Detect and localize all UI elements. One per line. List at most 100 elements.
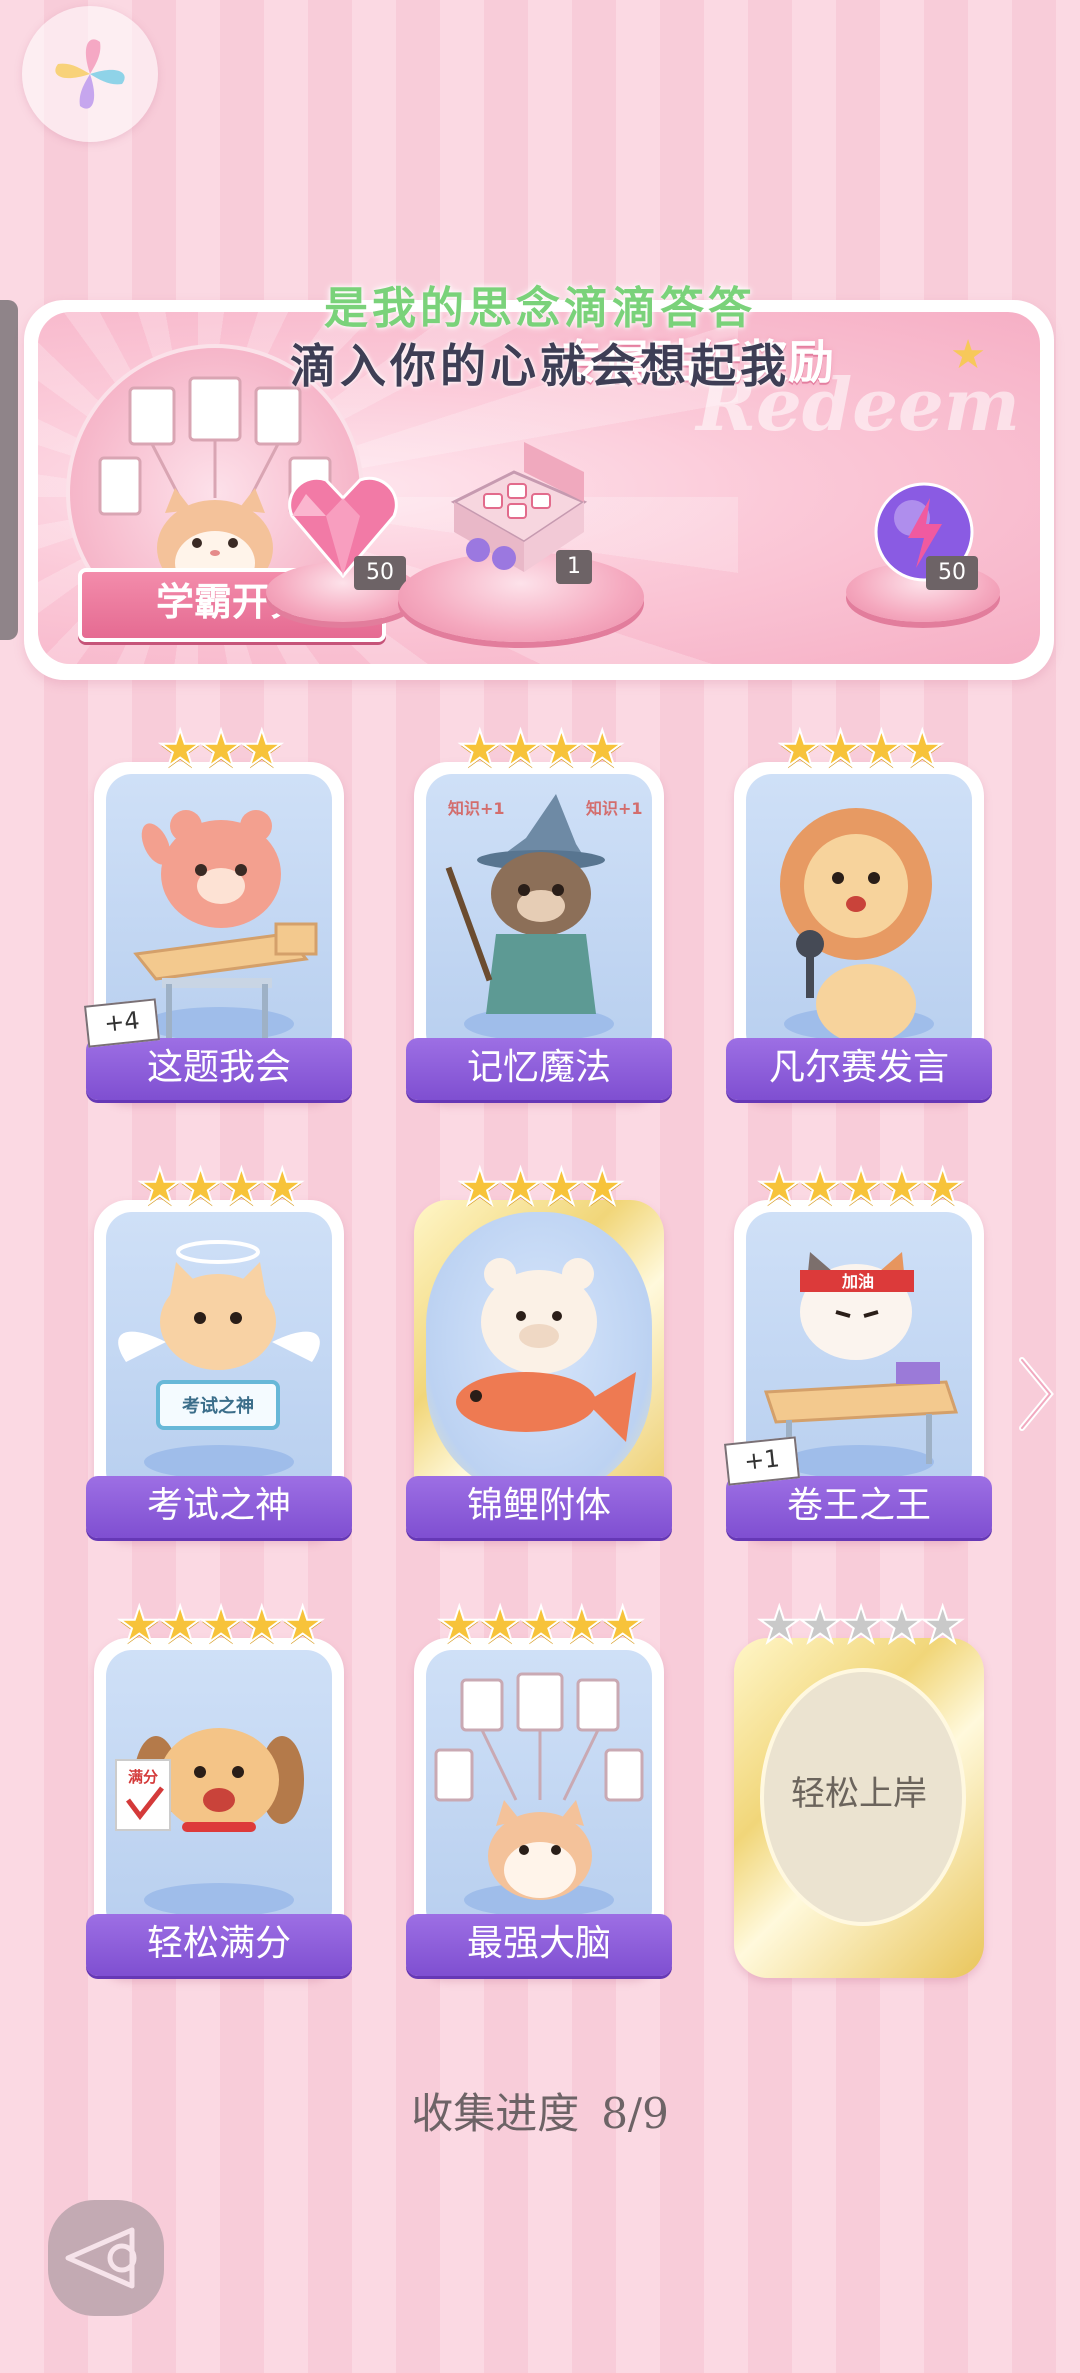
star-icon: ★	[518, 1596, 565, 1654]
star-icon: ★	[756, 1158, 803, 1216]
sticker-card[interactable]: 考试之神 考试之神 ★★★★	[86, 1161, 352, 1548]
star-icon: ★	[116, 1596, 163, 1654]
song-lyric-line2: 滴入你的心就会想起我	[290, 339, 790, 393]
reward-item-giftbox[interactable]: 1	[434, 432, 604, 586]
card-label: 锦鲤附体	[406, 1476, 672, 1538]
progress-value: 8/9	[601, 2089, 669, 2138]
star-icon: ★	[259, 1158, 306, 1216]
card-stars: ★★★★	[414, 1161, 664, 1213]
card-caption: 知识+1	[586, 799, 643, 818]
reward-qty: 50	[926, 556, 978, 590]
star-icon: ★	[157, 1596, 204, 1654]
card-label: 轻松满分	[86, 1914, 352, 1976]
card-stars: ★★★	[94, 723, 344, 775]
star-icon: ★	[817, 720, 864, 778]
sticker-card[interactable]: 满分 轻松满分 ★★★★★	[86, 1599, 352, 1986]
card-label: 卷王之王	[726, 1476, 992, 1538]
card-stars: ★★★★	[734, 723, 984, 775]
reward-item-gem[interactable]: 50	[286, 472, 406, 590]
card-art	[426, 1212, 652, 1497]
sticker-card[interactable]: 这题我会 ★★★ +4	[84, 723, 352, 1110]
star-icon: ★	[797, 1158, 844, 1216]
card-stars: ★★★★	[94, 1161, 344, 1213]
star-icon: ★	[238, 1596, 285, 1654]
chevron-right-icon[interactable]	[1016, 1354, 1056, 1434]
reward-item-orb[interactable]: 50	[872, 480, 978, 590]
card-stars: ★★★★★	[734, 1161, 984, 1213]
star-icon: ★	[538, 1158, 585, 1216]
star-icon: ★	[558, 1596, 605, 1654]
star-icon: ★	[919, 1158, 966, 1216]
star-icon: ★	[497, 1158, 544, 1216]
star-icon: ★	[456, 720, 503, 778]
cat-documents-icon	[434, 1672, 644, 1900]
star-icon: ★	[599, 1596, 646, 1654]
card-label: 考试之神	[86, 1476, 352, 1538]
card-caption: 知识+1	[448, 799, 505, 818]
collection-progress: 收集进度 8/9	[0, 2080, 1080, 2141]
star-icon: ★	[579, 1158, 626, 1216]
star-icon: ★	[177, 1158, 224, 1216]
song-lyric-line1: 是我的思念滴滴答答	[324, 283, 756, 334]
star-empty-icon: ★	[919, 1596, 966, 1654]
star-icon: ★	[838, 1158, 885, 1216]
star-icon: ★	[436, 1596, 483, 1654]
card-stars: ★★★★	[414, 723, 664, 775]
card-label: 最强大脑	[406, 1914, 672, 1976]
duplicate-count-badge: +1	[724, 1436, 800, 1486]
star-icon: ★	[157, 720, 204, 778]
card-sign-text: 考试之神	[182, 1395, 254, 1417]
card-art: 满分	[106, 1650, 332, 1935]
sticker-card[interactable]: 知识+1 知识+1 记忆魔法 ★★★★	[406, 723, 672, 1110]
star-icon: ★	[899, 720, 946, 778]
star-icon: ★	[279, 1596, 326, 1654]
card-label: 这题我会	[86, 1038, 352, 1100]
reward-qty: 50	[354, 556, 406, 590]
card-label: 记忆魔法	[406, 1038, 672, 1100]
sticker-card[interactable]: 锦鲤附体 ★★★★	[406, 1161, 672, 1548]
card-art	[746, 774, 972, 1059]
star-icon: ★	[538, 720, 585, 778]
star-icon: ★	[477, 1596, 524, 1654]
back-button[interactable]	[48, 2200, 164, 2316]
puppy-full-score-icon: 满分	[115, 1728, 304, 1832]
sticker-card-locked[interactable]: 轻松上岸 ★★★★★	[734, 1599, 984, 1986]
card-art: 考试之神	[106, 1212, 332, 1497]
star-empty-icon: ★	[878, 1596, 925, 1654]
star-icon: ★	[878, 1158, 925, 1216]
wizard-otter-icon: 知识+1 知识+1	[445, 794, 643, 1014]
star-icon: ★	[136, 1158, 183, 1216]
pinwheel-logo-icon	[55, 39, 125, 109]
star-empty-icon: ★	[797, 1596, 844, 1654]
sticker-card[interactable]: 凡尔赛发言 ★★★★	[726, 723, 992, 1110]
star-icon: ★	[579, 720, 626, 778]
star-icon: ★	[218, 1158, 265, 1216]
locked-card-name: 轻松上岸	[791, 1774, 927, 1814]
back-arrow-icon	[65, 2227, 137, 2289]
star-empty-icon: ★	[756, 1596, 803, 1654]
star-icon: ★	[776, 720, 823, 778]
card-label: 凡尔赛发言	[726, 1038, 992, 1100]
star-icon: ★	[456, 1158, 503, 1216]
card-stars: ★★★★★	[734, 1599, 984, 1651]
progress-label: 收集进度	[411, 2089, 580, 2138]
card-stars: ★★★★★	[414, 1599, 664, 1651]
star-icon: ★	[497, 720, 544, 778]
sticker-card[interactable]: 最强大脑 ★★★★★	[406, 1599, 672, 1986]
app-logo-button[interactable]	[22, 6, 158, 142]
card-art	[426, 1650, 652, 1935]
card-stars: ★★★★★	[94, 1599, 344, 1651]
star-icon: ★	[198, 720, 245, 778]
card-art: 知识+1 知识+1	[426, 774, 652, 1059]
lion-microphone-icon	[780, 808, 932, 1044]
angel-cat-icon: 考试之神	[118, 1240, 320, 1430]
sticker-card[interactable]: 加油 卷王之王 ★★★★★ +1	[724, 1161, 992, 1548]
duplicate-count-badge: +4	[84, 998, 160, 1048]
bear-koi-icon	[456, 1258, 636, 1442]
headband-text: 加油	[841, 1272, 874, 1291]
star-icon: ★	[238, 720, 285, 778]
reward-qty: 1	[556, 550, 592, 584]
paper-text: 满分	[128, 1768, 158, 1786]
star-empty-icon: ★	[838, 1596, 885, 1654]
star-icon: ★	[858, 720, 905, 778]
